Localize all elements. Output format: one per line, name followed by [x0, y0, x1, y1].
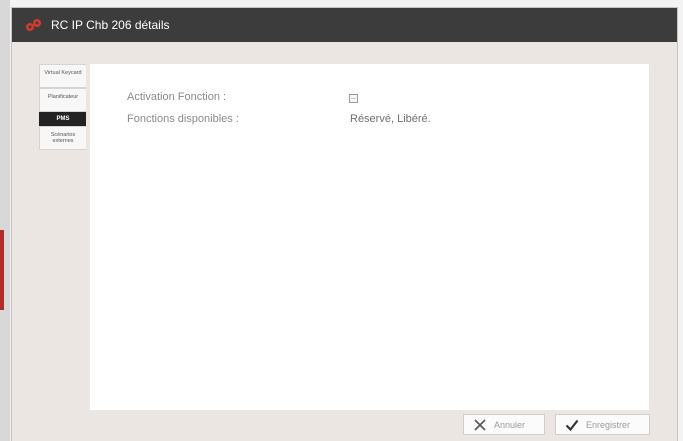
background-window-accent: [0, 230, 4, 310]
cancel-button-label: Annuler: [494, 419, 526, 430]
activation-checkbox[interactable]: [349, 94, 358, 103]
tab-pms[interactable]: PMS: [39, 112, 86, 126]
app-logo-icon: [26, 19, 41, 31]
cancel-button[interactable]: Annuler: [463, 414, 545, 435]
checkmark-icon: [565, 419, 579, 431]
tab-planificateur[interactable]: Planificateur: [39, 88, 86, 112]
tab-virtual-keycard[interactable]: Virtual Keycard: [39, 64, 86, 88]
pms-settings-panel: Activation Fonction : Fonctions disponib…: [90, 64, 649, 410]
functions-label: Fonctions disponibles :: [127, 113, 239, 125]
title-bar[interactable]: RC IP Chb 206 détails: [12, 8, 677, 42]
tab-scenarios-externes[interactable]: Scénarios externes: [39, 126, 86, 150]
activation-label: Activation Fonction :: [127, 91, 227, 103]
window-title: RC IP Chb 206 détails: [51, 18, 170, 32]
save-button[interactable]: Enregistrer: [555, 414, 650, 435]
details-dialog: RC IP Chb 206 détails Virtual Keycard Pl…: [12, 8, 677, 441]
page: RC IP Chb 206 détails Virtual Keycard Pl…: [0, 0, 683, 441]
save-button-label: Enregistrer: [586, 419, 631, 430]
tab-strip: Virtual Keycard Planificateur PMS Scénar…: [39, 64, 86, 150]
functions-value: Réservé, Libéré.: [350, 113, 431, 125]
close-icon: [474, 418, 486, 431]
background-window-edge: [0, 0, 10, 441]
